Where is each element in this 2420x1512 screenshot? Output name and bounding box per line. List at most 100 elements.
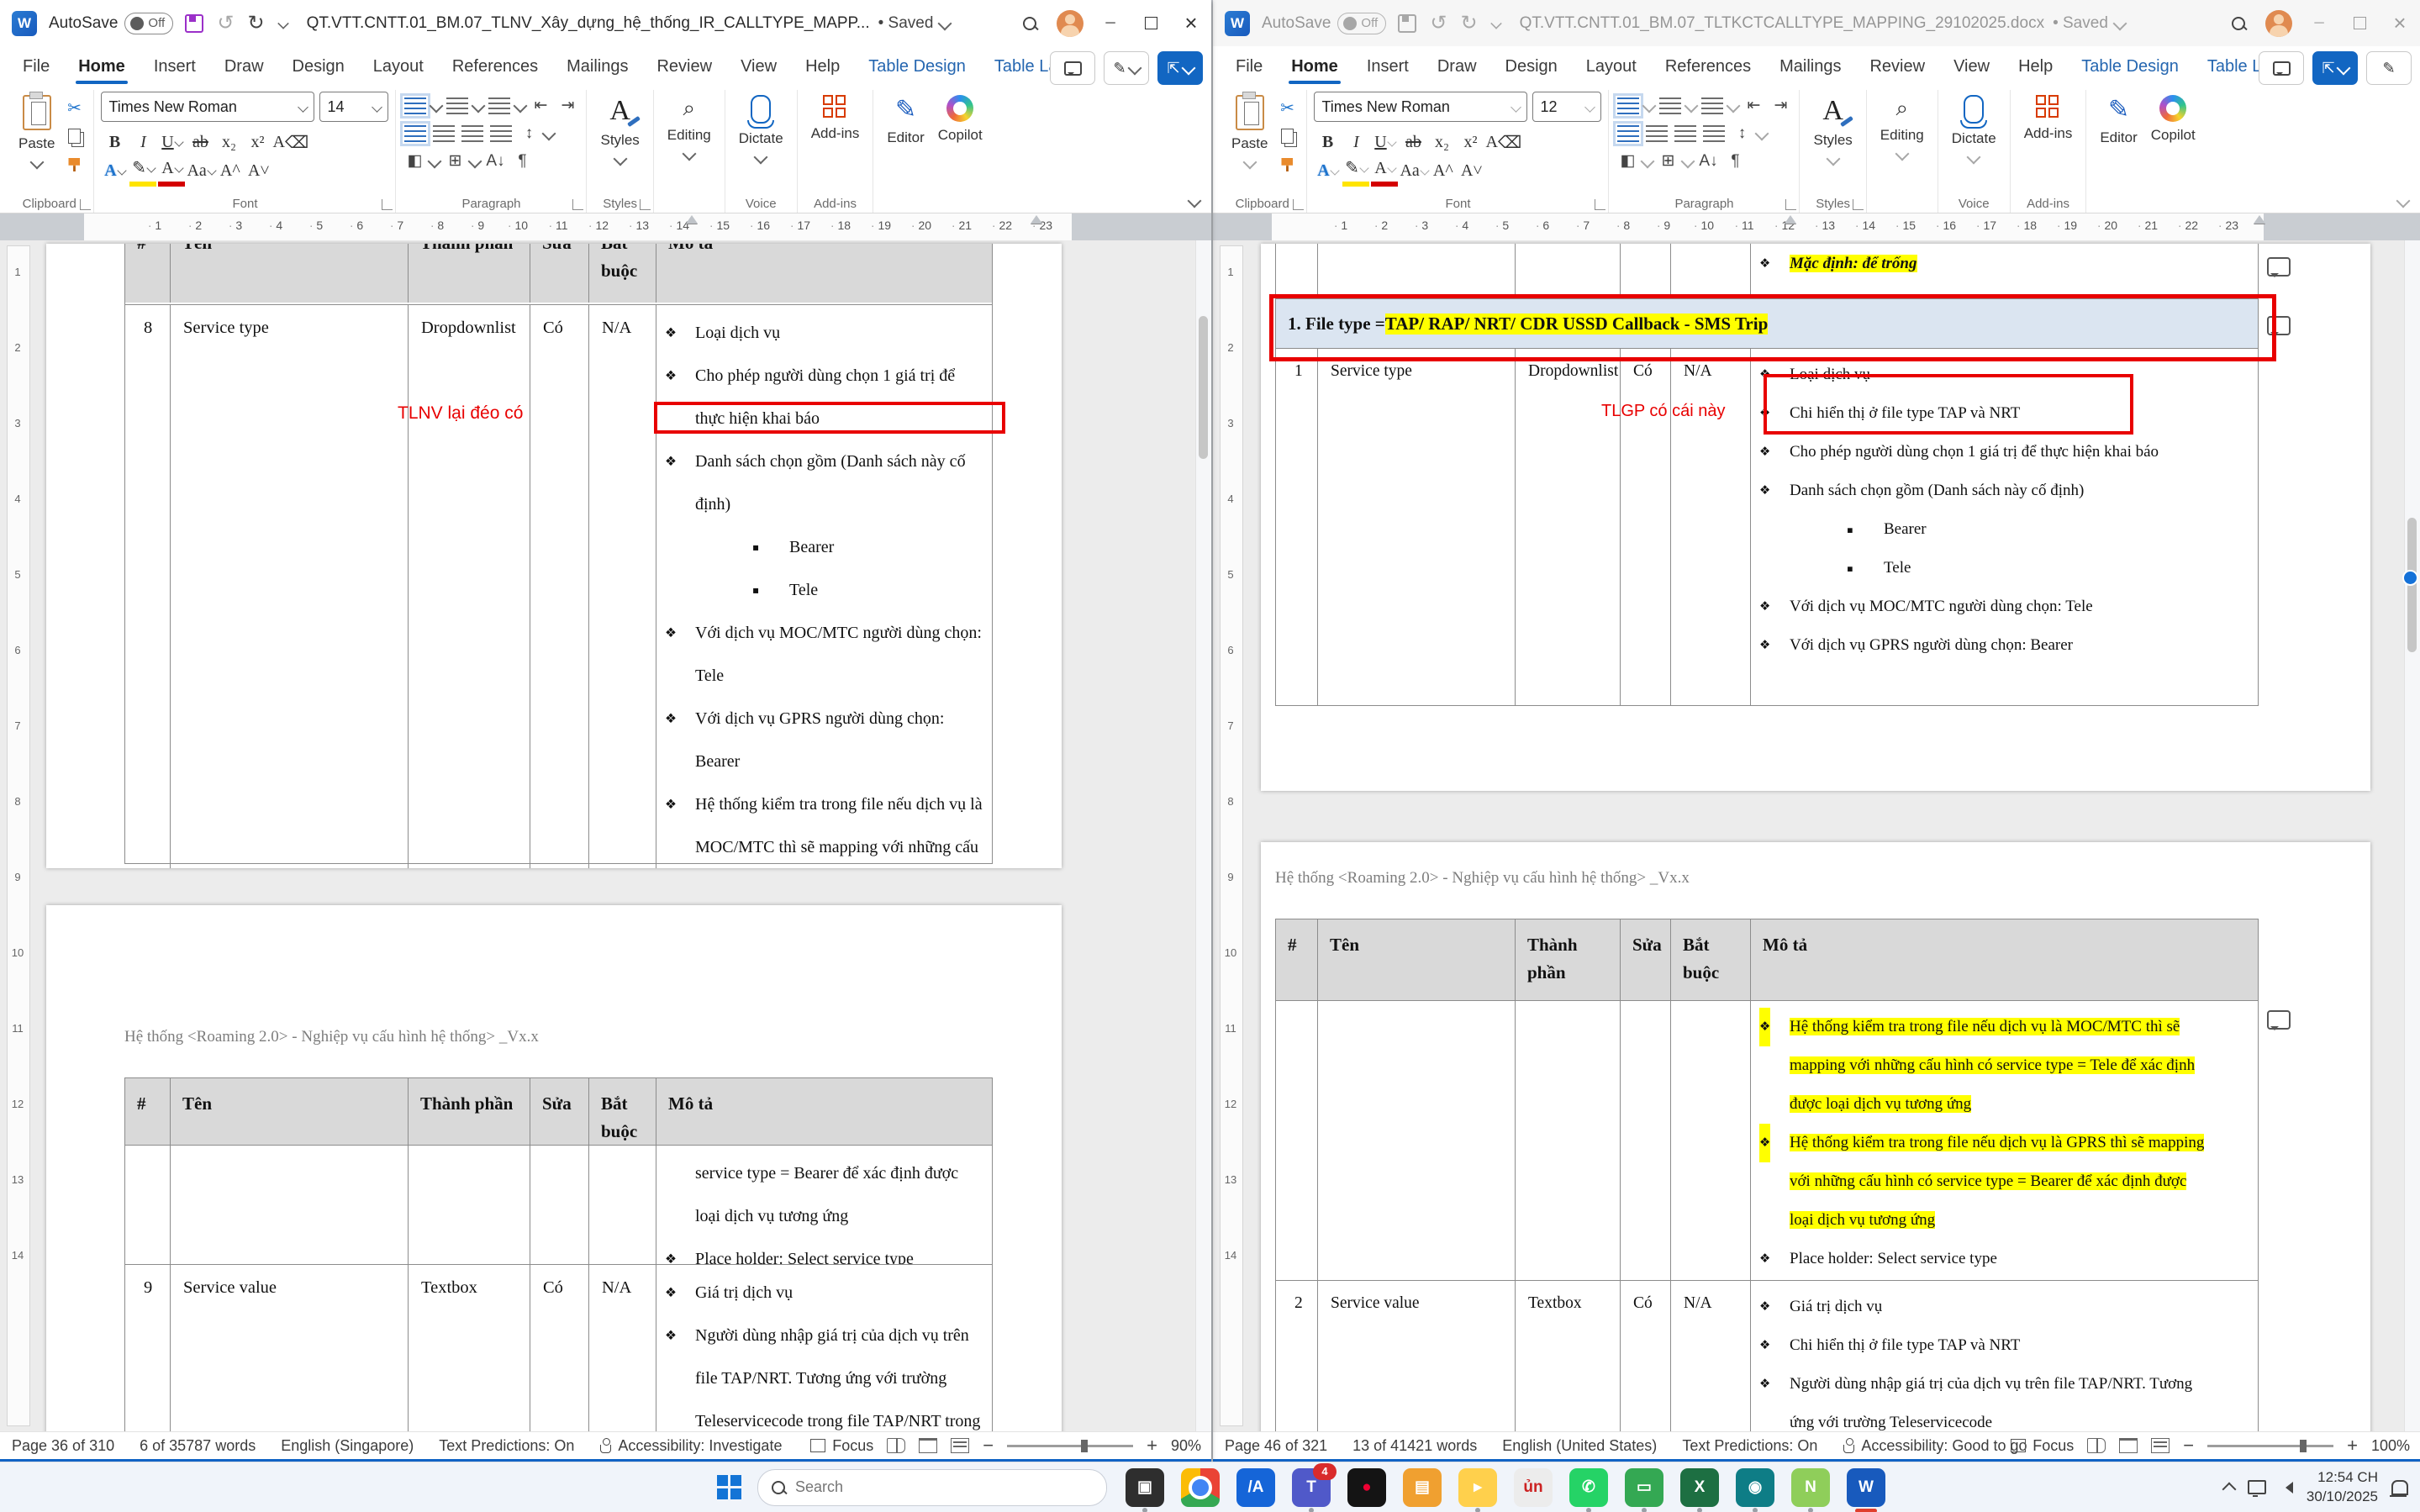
- table-row[interactable]: 8 Service type Dropdownlist Có N/A ❖Loại…: [125, 304, 992, 868]
- text-effects-button[interactable]: A: [1314, 157, 1341, 184]
- increase-indent-button[interactable]: ⇥: [1769, 96, 1792, 115]
- multilevel-list-button[interactable]: [1701, 97, 1723, 114]
- column-header[interactable]: #: [125, 244, 171, 303]
- bullet-item[interactable]: ❖Giá trị dịch vụ: [1751, 1288, 2211, 1326]
- bullets-button[interactable]: [1617, 97, 1639, 114]
- status-predictions[interactable]: Text Predictions: On: [1682, 1437, 1817, 1455]
- view-web-layout-button[interactable]: [2151, 1438, 2170, 1453]
- tab-mailings[interactable]: Mailings: [552, 46, 642, 87]
- show-marks-button[interactable]: ¶: [1723, 152, 1747, 171]
- view-read-mode-button[interactable]: [887, 1438, 905, 1453]
- indent-marker-icon[interactable]: [2254, 215, 2265, 224]
- cell-editable[interactable]: Có: [530, 305, 589, 868]
- cell-component[interactable]: Dropdownlist: [409, 305, 530, 868]
- comment-icon[interactable]: [2267, 257, 2291, 277]
- column-header[interactable]: #: [1276, 919, 1318, 1000]
- scrollbar-thumb[interactable]: [1199, 316, 1208, 459]
- tab-insert[interactable]: Insert: [140, 46, 210, 87]
- strikethrough-button[interactable]: ab: [1400, 129, 1426, 155]
- quick-access-chevron-icon[interactable]: [1490, 18, 1502, 29]
- view-print-layout-button[interactable]: [919, 1438, 937, 1453]
- tab-view[interactable]: View: [726, 46, 791, 87]
- cell-name[interactable]: Service type: [171, 305, 409, 868]
- justify-button[interactable]: [1703, 125, 1725, 142]
- cell-required[interactable]: N/A: [589, 1265, 656, 1431]
- cell-description[interactable]: ❖Giá trị dịch vụ❖Người dùng nhập giá trị…: [656, 1265, 992, 1431]
- share-button[interactable]: ⇱: [2312, 51, 2358, 85]
- cell-number[interactable]: 1: [1276, 349, 1318, 705]
- bullet-item[interactable]: ❖Với dịch vụ MOC/MTC người dùng chọn: Te…: [656, 612, 983, 698]
- taskbar-app-excel[interactable]: X: [1680, 1468, 1719, 1507]
- cell-editable[interactable]: Có: [530, 1265, 589, 1431]
- cell-description[interactable]: ❖Loại dịch vụ❖Cho phép người dùng chọn 1…: [656, 305, 992, 868]
- search-input[interactable]: [793, 1478, 1032, 1497]
- zoom-slider-thumb[interactable]: [1081, 1440, 1088, 1452]
- zoom-slider-thumb[interactable]: [2300, 1440, 2307, 1452]
- strikethrough-button[interactable]: ab: [187, 129, 214, 155]
- page[interactable]: Hệ thống <Roaming 2.0> - Nghiệp vụ cấu h…: [1261, 842, 2370, 1431]
- font-name-select[interactable]: Times New Roman: [1314, 92, 1527, 122]
- editing-button[interactable]: ⌕ Editing: [1874, 92, 1931, 162]
- saved-status[interactable]: • Saved: [878, 14, 934, 33]
- redo-button[interactable]: ↻: [248, 11, 265, 35]
- column-header[interactable]: Tên: [171, 244, 409, 303]
- focus-toggle[interactable]: Focus: [2011, 1437, 2074, 1455]
- taskbar-app-notepad-plus[interactable]: N: [1791, 1468, 1830, 1507]
- underline-button[interactable]: U: [1371, 129, 1398, 155]
- status-accessibility[interactable]: Accessibility: Good to go: [1843, 1437, 2027, 1455]
- indent-marker-icon[interactable]: [1785, 215, 1796, 224]
- decrease-indent-button[interactable]: ⇤: [529, 96, 552, 115]
- addins-button[interactable]: Add-ins: [804, 92, 867, 145]
- dialog-launcher-icon[interactable]: [1595, 199, 1605, 210]
- taskbar-app-snipping-tool[interactable]: ▣: [1126, 1468, 1164, 1507]
- bold-button[interactable]: B: [1314, 129, 1341, 155]
- dictate-button[interactable]: Dictate: [1945, 92, 2003, 166]
- maximize-button[interactable]: [2339, 0, 2380, 46]
- document-canvas[interactable]: 1234567891011121314 #TênThành phầnSửaBắt…: [0, 240, 1211, 1431]
- tab-design[interactable]: Design: [278, 46, 359, 87]
- tab-draw[interactable]: Draw: [1423, 46, 1491, 87]
- line-spacing-button[interactable]: ↕: [517, 124, 540, 143]
- start-button[interactable]: [710, 1469, 747, 1506]
- shrink-font-button[interactable]: A˅: [245, 157, 272, 184]
- vertical-ruler[interactable]: 1234567891011121314: [0, 240, 35, 1431]
- bullet-item[interactable]: ❖Loại dịch vụ: [656, 312, 983, 355]
- column-header[interactable]: Thành phần: [1516, 919, 1621, 1000]
- cell-component[interactable]: Textbox: [1516, 1281, 1621, 1431]
- clear-formatting-button[interactable]: A⌫: [272, 129, 308, 155]
- subscript-button[interactable]: x₂: [1428, 129, 1455, 155]
- align-center-button[interactable]: [1646, 125, 1668, 142]
- taskbar-app-book[interactable]: ▤: [1403, 1468, 1442, 1507]
- line-spacing-button[interactable]: ↕: [1730, 124, 1753, 143]
- bullet-item[interactable]: ❖Danh sách chọn gồm (Danh sách này cố đị…: [656, 440, 983, 526]
- cell-description[interactable]: ❖Giá trị dịch vụ❖Chi hiển thị ở file typ…: [1751, 1281, 2258, 1431]
- autosave-toggle[interactable]: AutoSave Off: [49, 13, 173, 34]
- align-right-button[interactable]: [1674, 125, 1696, 142]
- bullet-item[interactable]: ❖Với dịch vụ MOC/MTC người dùng chọn: Te…: [1751, 587, 2211, 626]
- cell-description[interactable]: ❖Hệ thống kiểm tra trong file nếu dịch v…: [1751, 1001, 2258, 1280]
- numbering-button[interactable]: [446, 97, 468, 114]
- search-icon[interactable]: [2218, 0, 2259, 46]
- collapse-ribbon-button[interactable]: [2396, 194, 2411, 208]
- clear-formatting-button[interactable]: A⌫: [1485, 129, 1521, 155]
- cell-name[interactable]: Service type: [1318, 349, 1516, 705]
- copilot-button[interactable]: Copilot: [2144, 92, 2202, 150]
- bold-button[interactable]: B: [101, 129, 128, 155]
- increase-indent-button[interactable]: ⇥: [556, 96, 579, 115]
- horizontal-ruler[interactable]: 1234567891011121314151617181920212223: [0, 213, 1211, 240]
- font-size-select[interactable]: 14: [319, 92, 388, 122]
- editing-button[interactable]: ⌕ Editing: [661, 92, 718, 162]
- view-read-mode-button[interactable]: [2087, 1438, 2106, 1453]
- bullet-item[interactable]: ❖Hệ thống kiểm tra trong file nếu dịch v…: [1751, 1008, 2211, 1124]
- cell-required[interactable]: N/A: [589, 305, 656, 868]
- tab-references[interactable]: References: [1651, 46, 1765, 87]
- highlight-color-button[interactable]: ✎: [129, 155, 156, 187]
- maximize-button[interactable]: [1131, 0, 1171, 46]
- minimize-button[interactable]: [1090, 0, 1131, 46]
- tab-review[interactable]: Review: [642, 46, 726, 87]
- status-page[interactable]: Page 46 of 321: [1225, 1437, 1327, 1455]
- tray-display-icon[interactable]: [2248, 1480, 2266, 1494]
- taskbar-app-recorder[interactable]: ●: [1347, 1468, 1386, 1507]
- font-color-button[interactable]: A: [158, 155, 185, 187]
- column-header[interactable]: Tên: [171, 1078, 409, 1145]
